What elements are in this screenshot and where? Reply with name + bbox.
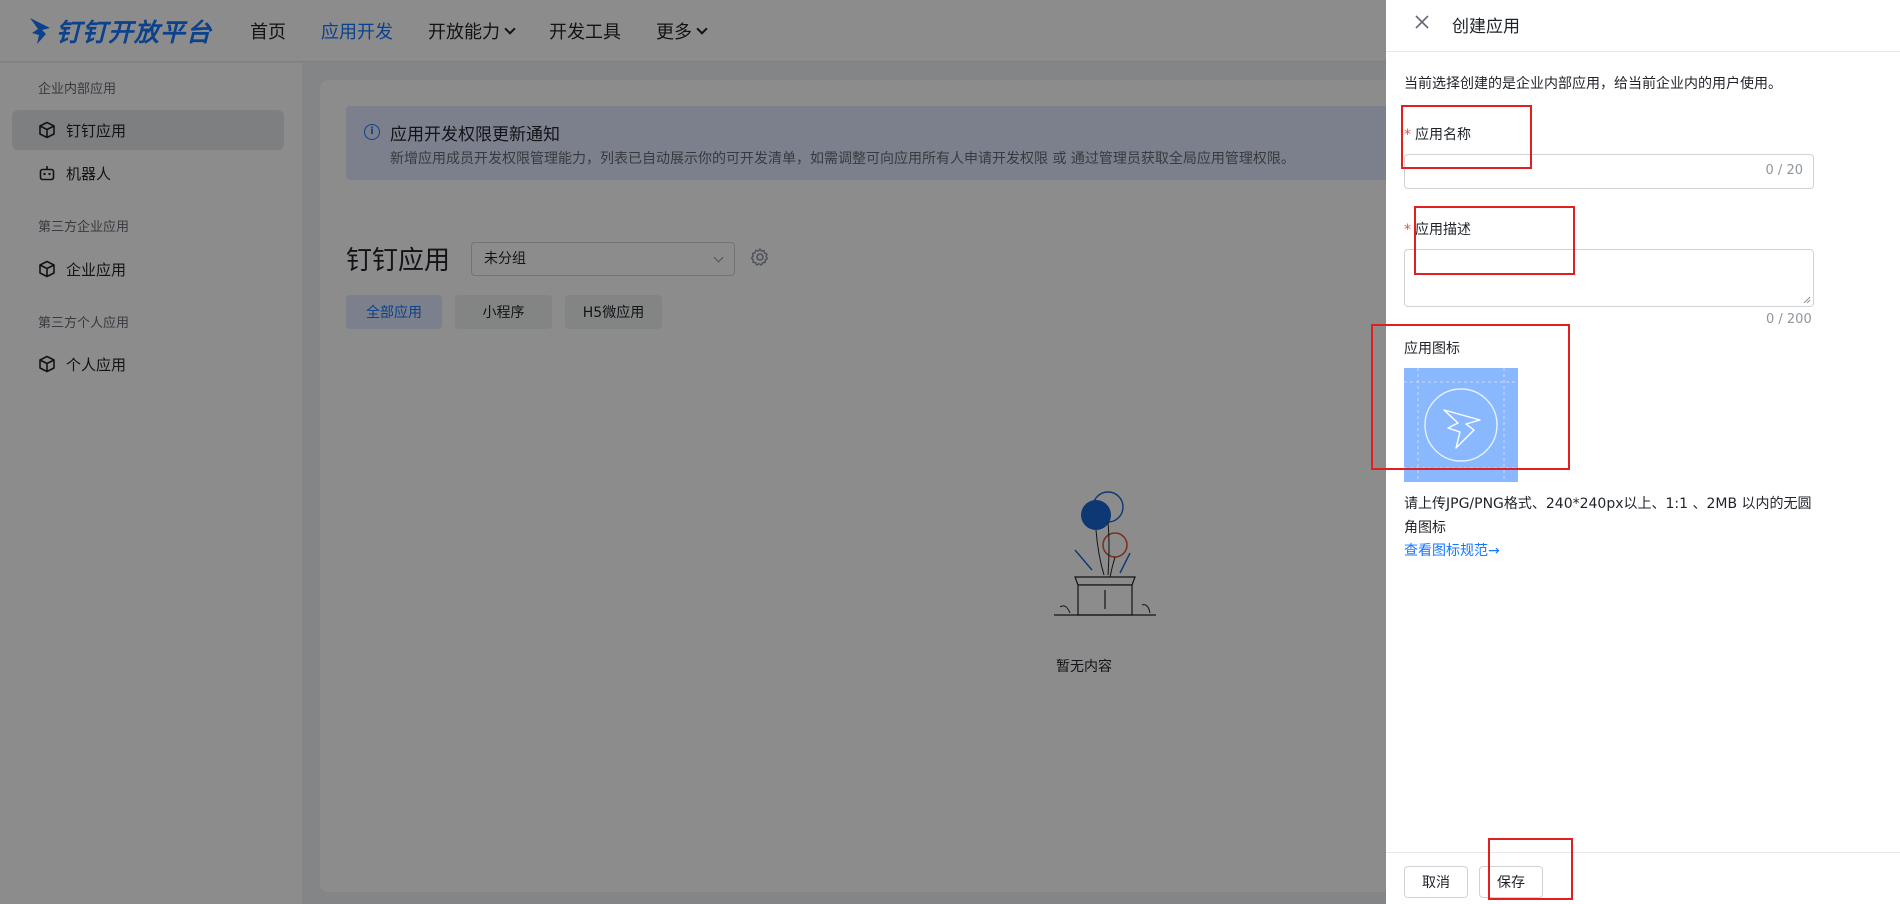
resize-handle-icon[interactable] — [1803, 296, 1811, 304]
app-description-count: 0 / 200 — [1766, 312, 1812, 327]
annotation-box-name — [1401, 105, 1532, 169]
app-icon-tip: 请上传JPG/PNG格式、240*240px以上、1:1 、2MB 以内的无圆角… — [1404, 496, 1812, 536]
app-name-count: 0 / 20 — [1765, 163, 1803, 178]
required-mark: * — [1404, 222, 1411, 238]
drawer-title: 创建应用 — [1452, 17, 1520, 37]
drawer-intro: 当前选择创建的是企业内部应用，给当前企业内的用户使用。 — [1404, 76, 1782, 92]
icon-spec-link[interactable]: 查看图标规范→ — [1404, 540, 1500, 560]
annotation-box-icon — [1371, 324, 1570, 470]
annotation-box-save — [1488, 838, 1573, 900]
drawer-header: 创建应用 — [1386, 0, 1900, 52]
annotation-box-description — [1414, 206, 1575, 275]
cancel-button[interactable]: 取消 — [1404, 866, 1468, 898]
drawer-footer: 取消 保存 — [1386, 852, 1900, 904]
close-icon[interactable] — [1412, 12, 1432, 32]
